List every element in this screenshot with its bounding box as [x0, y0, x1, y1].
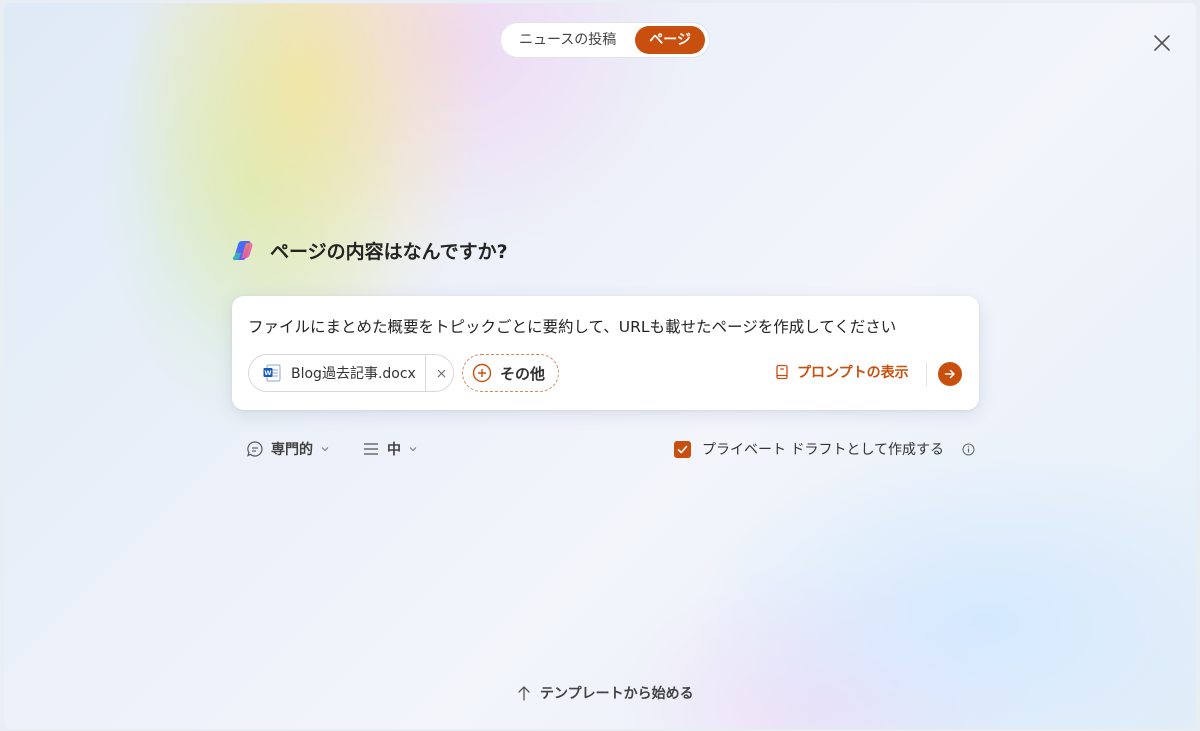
chip-divider [425, 355, 426, 391]
chat-bubble-icon [247, 441, 263, 457]
template-link-label: テンプレートから始める [540, 686, 694, 702]
word-doc-icon: W [263, 364, 281, 382]
tab-news-post[interactable]: ニュースの投稿 [505, 26, 630, 54]
private-draft-checkbox[interactable] [674, 440, 691, 458]
post-type-toggle: ニュースの投稿 ページ [500, 22, 710, 58]
checkmark-icon [677, 445, 688, 453]
heading-row: ページの内容はなんですか? [232, 237, 508, 264]
chevron-down-icon [321, 447, 329, 452]
prompt-input[interactable]: ファイルにまとめた概要をトピックごとに要約して、URLも載せたページを作成してく… [248, 315, 896, 337]
length-label: 中 [387, 442, 401, 458]
arrow-right-icon [944, 369, 955, 379]
more-button-label: その他 [500, 364, 546, 383]
close-button[interactable] [1150, 31, 1174, 55]
private-draft-label: プライベート ドラフトとして作成する [702, 442, 945, 458]
attachment-chip: W Blog過去記事.docx [248, 354, 454, 392]
tab-page[interactable]: ページ [635, 26, 705, 54]
plus-circle-icon [472, 363, 492, 383]
page-title: ページの内容はなんですか? [270, 241, 508, 263]
chevron-down-icon [409, 447, 417, 452]
prompt-book-icon [776, 364, 788, 380]
attachment-filename: Blog過去記事.docx [291, 366, 416, 382]
show-prompt-label: プロンプトの表示 [797, 365, 909, 381]
arrow-up-icon [518, 686, 530, 701]
prompt-card: ファイルにまとめた概要をトピックごとに要約して、URLも載せたページを作成してく… [232, 296, 979, 410]
send-button[interactable] [938, 362, 962, 386]
more-button[interactable]: その他 [462, 354, 559, 392]
show-prompt-button[interactable]: プロンプトの表示 [775, 362, 909, 382]
options-row: 専門的 中 プライベート ドラフトとして作成する [232, 439, 979, 461]
length-dropdown[interactable]: 中 [362, 439, 418, 459]
remove-attachment-button[interactable] [428, 355, 454, 391]
close-icon [437, 369, 445, 377]
divider [926, 362, 927, 386]
private-draft-option: プライベート ドラフトとして作成する [674, 439, 975, 459]
tone-dropdown[interactable]: 専門的 [246, 439, 330, 459]
page-creation-dialog: ニュースの投稿 ページ ページの内容はなんですか? ファイルにまとめた概要をトピ… [4, 3, 1196, 729]
tone-label: 専門的 [271, 442, 313, 458]
lines-icon [364, 443, 378, 455]
close-icon [1154, 35, 1170, 51]
start-from-template-button[interactable]: テンプレートから始める [516, 683, 694, 703]
copilot-icon [232, 240, 253, 260]
info-icon[interactable] [962, 443, 975, 456]
svg-text:W: W [264, 369, 271, 377]
